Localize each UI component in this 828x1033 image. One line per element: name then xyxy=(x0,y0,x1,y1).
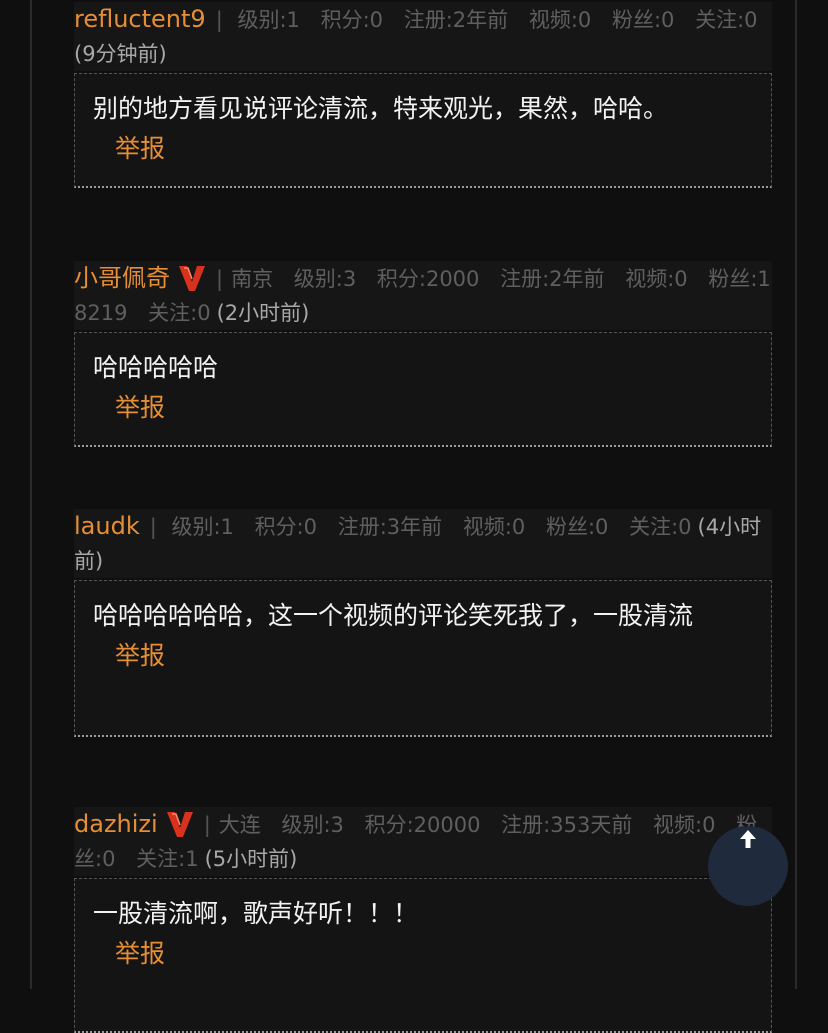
username-link[interactable]: dazhizi xyxy=(74,810,158,838)
user-follows: 关注:1 xyxy=(136,847,199,871)
user-videos: 视频:0 xyxy=(653,813,716,837)
user-videos: 视频:0 xyxy=(528,8,592,32)
arrow-up-icon xyxy=(740,830,756,848)
user-fans: 粉丝:0 xyxy=(545,515,609,539)
user-follows: 关注:0 xyxy=(629,515,692,539)
username-link[interactable]: 小哥佩奇 xyxy=(74,264,170,292)
comment-item: refluctent9 | 级别:1 积分:0 注册:2年前 视频:0 粉丝:0 … xyxy=(74,2,772,188)
comment-item: 小哥佩奇 | 南京 级别:3 积分:2000 注册:2年前 视频:0 粉丝:1821… xyxy=(74,261,772,447)
separator: | xyxy=(215,8,223,32)
user-follows: 关注:0 xyxy=(695,8,758,32)
comment-text: 别的地方看见说评论清流，特来观光，果然，哈哈。 xyxy=(93,94,669,123)
comment-text: 哈哈哈哈哈哈，这一个视频的评论笑死我了，一股清流 xyxy=(93,601,694,630)
right-rail xyxy=(795,0,797,989)
user-level: 级别:1 xyxy=(171,515,234,539)
report-link[interactable]: 举报 xyxy=(115,389,165,427)
username-link[interactable]: refluctent9 xyxy=(74,5,206,33)
back-to-top-button[interactable] xyxy=(708,826,788,906)
user-videos: 视频:0 xyxy=(462,515,526,539)
verified-v-icon xyxy=(166,812,193,837)
comment-body: 一股清流啊，歌声好听！！！ 举报 xyxy=(74,878,772,1033)
user-points: 积分:0 xyxy=(254,515,318,539)
user-level: 级别:3 xyxy=(281,813,344,837)
report-link[interactable]: 举报 xyxy=(115,130,165,168)
comment-meta: laudk | 级别:1 积分:0 注册:3年前 视频:0 粉丝:0 关注:0 (4… xyxy=(74,509,772,578)
verified-v-icon xyxy=(179,266,205,291)
user-follows: 关注:0 xyxy=(148,301,211,325)
report-link[interactable]: 举报 xyxy=(115,935,165,973)
user-registered: 注册:3年前 xyxy=(337,515,443,539)
comment-time: (9分钟前) xyxy=(74,42,167,66)
user-registered: 注册:2年前 xyxy=(403,8,509,32)
comment-time: (5小时前) xyxy=(204,847,298,871)
user-registered: 注册:353天前 xyxy=(501,813,633,837)
comment-time: (2小时前) xyxy=(216,301,310,325)
separator: | xyxy=(149,515,157,539)
left-rail xyxy=(30,0,32,989)
user-points: 积分:20000 xyxy=(364,813,481,837)
user-registered: 注册:2年前 xyxy=(500,267,605,291)
comment-body: 别的地方看见说评论清流，特来观光，果然，哈哈。 举报 xyxy=(74,73,772,188)
user-fans: 粉丝:0 xyxy=(611,8,675,32)
comment-meta: 小哥佩奇 | 南京 级别:3 积分:2000 注册:2年前 视频:0 粉丝:1821… xyxy=(74,261,772,330)
separator: | xyxy=(216,267,224,291)
comment-item: dazhizi | 大连 级别:3 积分:20000 注册:353天前 视频:0 粉… xyxy=(74,807,772,1033)
report-link[interactable]: 举报 xyxy=(115,637,165,675)
comment-text: 哈哈哈哈哈 xyxy=(93,353,219,382)
user-location: 南京 xyxy=(231,267,274,291)
user-videos: 视频:0 xyxy=(625,267,688,291)
separator: | xyxy=(203,813,211,837)
user-points: 积分:2000 xyxy=(376,267,480,291)
comment-body: 哈哈哈哈哈 举报 xyxy=(74,332,772,447)
user-level: 级别:3 xyxy=(293,267,357,291)
user-points: 积分:0 xyxy=(320,8,384,32)
comment-meta: refluctent9 | 级别:1 积分:0 注册:2年前 视频:0 粉丝:0 … xyxy=(74,2,772,71)
username-link[interactable]: laudk xyxy=(74,512,140,540)
comment-meta: dazhizi | 大连 级别:3 积分:20000 注册:353天前 视频:0 粉… xyxy=(74,807,772,876)
comment-body: 哈哈哈哈哈哈，这一个视频的评论笑死我了，一股清流 举报 xyxy=(74,580,772,737)
comment-text: 一股清流啊，歌声好听！！！ xyxy=(93,899,419,928)
user-level: 级别:1 xyxy=(237,8,300,32)
user-location: 大连 xyxy=(218,813,261,837)
comment-item: laudk | 级别:1 积分:0 注册:3年前 视频:0 粉丝:0 关注:0 (4… xyxy=(74,509,772,737)
